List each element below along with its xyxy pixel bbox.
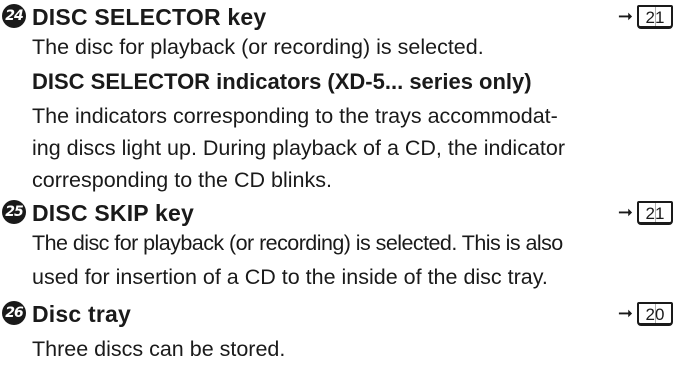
- page-reference: ➞ 20: [618, 299, 673, 329]
- entry-title: DISC SELECTOR key: [32, 4, 267, 30]
- right-arrow-icon: ➞: [617, 202, 633, 223]
- right-arrow-icon: ➞: [617, 6, 633, 27]
- entry-24-heading: 24 DISC SELECTOR key ➞ 21: [0, 0, 675, 36]
- entry-25-heading: 25 DISC SKIP key ➞ 21: [0, 196, 675, 232]
- body-line: used for insertion of a CD to the inside…: [32, 265, 548, 289]
- entry-title: DISC SKIP key: [32, 200, 194, 226]
- page-reference: ➞ 21: [618, 2, 673, 32]
- body-line: The indicators corresponding to the tray…: [32, 104, 558, 128]
- sub-heading: DISC SELECTOR indicators (XD-5... series…: [32, 69, 532, 94]
- page-reference: ➞ 21: [618, 198, 673, 228]
- book-page-icon: 20: [637, 302, 673, 326]
- body-line: corresponding to the CD blinks.: [32, 168, 332, 192]
- body-line: Three discs can be stored.: [32, 337, 286, 361]
- entry-description: The disc for playback (or recording) is …: [32, 35, 484, 59]
- body-line: The disc for playback (or recording) is …: [32, 231, 563, 255]
- item-number-badge: 24: [2, 4, 26, 28]
- right-arrow-icon: ➞: [617, 303, 633, 324]
- book-page-icon: 21: [637, 5, 673, 29]
- item-number-badge: 25: [2, 200, 26, 224]
- entry-26-heading: 26 Disc tray ➞ 20: [0, 297, 675, 333]
- item-number-badge: 26: [2, 301, 26, 325]
- body-line: ing discs light up. During playback of a…: [32, 136, 565, 160]
- entry-title: Disc tray: [32, 301, 131, 327]
- book-page-icon: 21: [637, 201, 673, 225]
